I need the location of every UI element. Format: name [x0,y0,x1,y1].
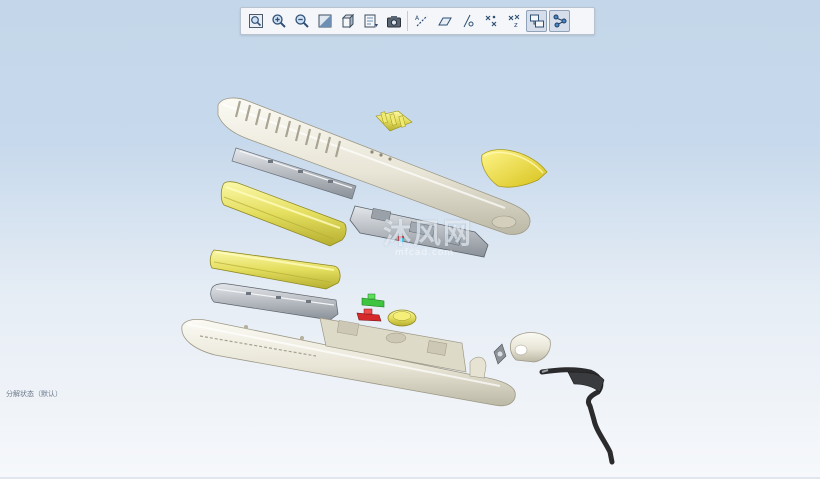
spin-center-button[interactable]: z [503,10,524,32]
reorient-button[interactable] [314,10,335,32]
lower-ceramic-plate[interactable] [209,249,341,290]
saved-views-icon [364,14,378,28]
zoom-out-button[interactable] [291,10,312,32]
red-button[interactable] [356,308,382,322]
origin-marker [400,238,404,242]
saved-views-button[interactable] [360,10,381,32]
svg-text:z: z [514,21,518,29]
annotations-button[interactable] [526,10,547,32]
zoom-fit-icon [248,14,263,28]
toolbar-separator [407,11,408,31]
camera-icon [386,16,401,28]
datum-planes-icon [437,17,452,26]
zoom-fit-button[interactable] [245,10,266,32]
exploded-view-icon [553,14,566,28]
yellow-clip[interactable] [375,110,413,132]
power-cord[interactable] [539,367,615,465]
screenshot-button[interactable] [383,10,404,32]
datum-points-icon [463,14,473,28]
explode-state-label: 分解状态（默认） [6,390,62,398]
datum-points-button[interactable] [457,10,478,32]
zoom-in-button[interactable] [268,10,289,32]
swivel-connector[interactable] [493,343,507,365]
3d-viewport[interactable]: 沐风网 mfcad.com 分解状态（默认） [0,0,820,479]
yellow-gear-dial[interactable] [387,309,417,327]
coordinate-system-icon [485,15,496,27]
svg-text:A: A [415,15,420,22]
shaded-cube-icon [341,13,354,29]
datum-axes-icon: A [415,15,427,27]
green-switch[interactable] [361,293,385,308]
shading-button[interactable] [337,10,358,32]
datum-axes-button[interactable]: A [411,10,432,32]
zoom-in-icon [271,14,286,28]
yellow-end-cap[interactable] [481,149,548,188]
exploded-assembly[interactable] [0,0,820,479]
lower-heater-bracket[interactable] [210,283,339,321]
exploded-view-button[interactable] [549,10,570,32]
annotations-icon [529,14,544,28]
datum-planes-button[interactable] [434,10,455,32]
coordinate-systems-button[interactable] [480,10,501,32]
reorient-icon [318,14,331,28]
lower-housing[interactable] [181,317,516,407]
zoom-out-icon [294,14,309,28]
view-toolbar: A z [240,7,595,35]
swivel-housing[interactable] [509,332,551,363]
spin-center-icon: z [508,14,519,29]
